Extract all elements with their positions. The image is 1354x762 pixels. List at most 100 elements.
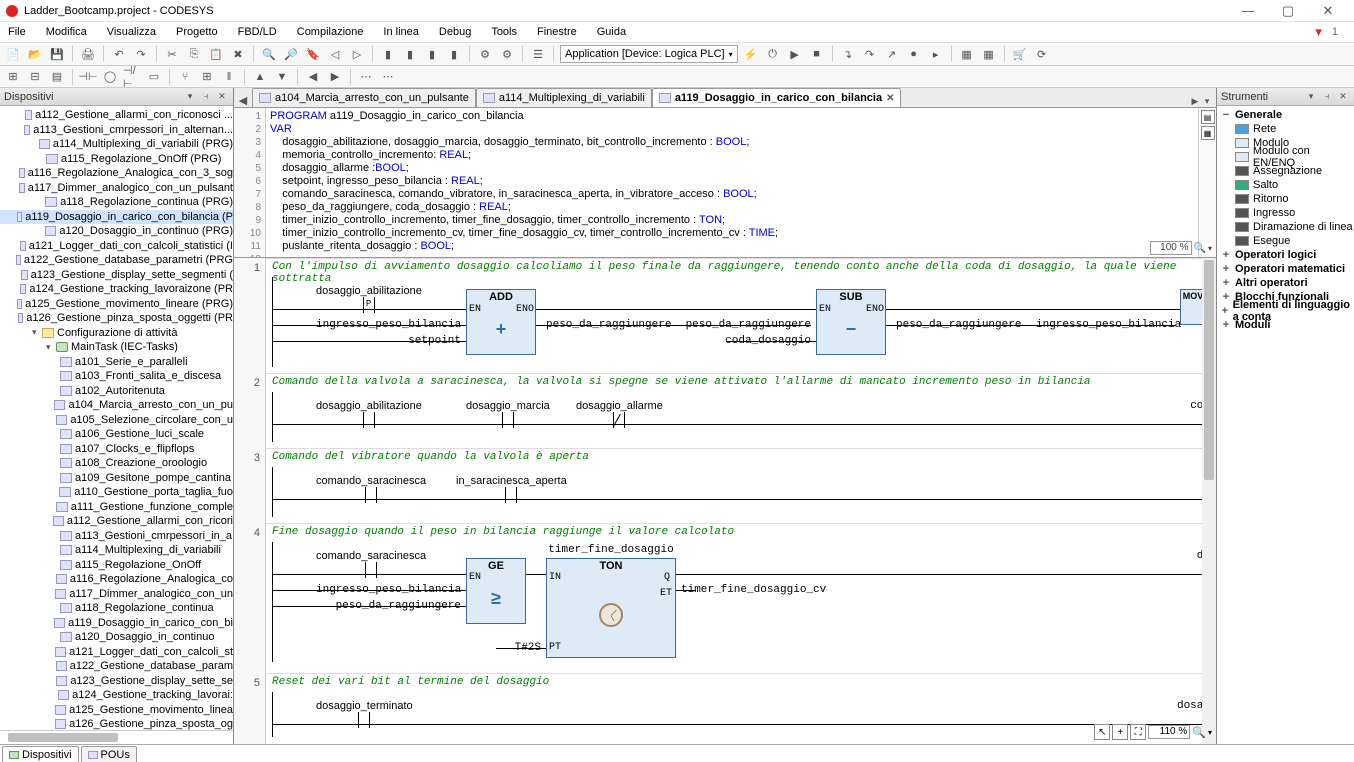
zoom-icon[interactable]: 🔍 [1194,243,1206,254]
editor-tab-a119[interactable]: a119_Dosaggio_in_carico_con_bilancia ✕ [652,88,902,107]
ld-block-icon[interactable]: ▭ [145,68,163,86]
tree-item[interactable]: a109_Gesitone_pompe_cantina [0,471,233,486]
tool-item[interactable]: Ritorno [1217,192,1354,206]
ld-tool2-icon[interactable]: ⊟ [26,68,44,86]
ld-ins-above-icon[interactable]: ▲ [251,68,269,86]
ladder-vscroll[interactable] [1202,258,1216,744]
step-out-icon[interactable]: ↗ [883,45,901,63]
expander-icon[interactable]: − [1221,109,1231,121]
tree-item[interactable]: a121_Logger_dati_con_calcoli_statistici … [0,239,233,254]
tools-list[interactable]: −GeneraleReteModuloModulo con EN/ENQAsse… [1217,106,1354,744]
tree-item[interactable]: a126_Gestione_pinza_sposta_oggetti (PR [0,311,233,326]
tree-item[interactable]: a101_Serie_e_paralleli [0,355,233,370]
tree-item[interactable]: a126_Gestione_pinza_sposta_og [0,717,233,730]
menu-progetto[interactable]: Progetto [172,24,222,40]
findnext-icon[interactable]: 🔎 [282,45,300,63]
tree-item[interactable]: a119_Dosaggio_in_carico_con_bi [0,616,233,631]
toggle3-icon[interactable]: ▮ [423,45,441,63]
tool-item[interactable]: Ingresso [1217,206,1354,220]
ld-tool1-icon[interactable]: ⊞ [4,68,22,86]
print-icon[interactable]: 🖨 [79,45,97,63]
expander-icon[interactable]: + [1221,319,1231,331]
toggle4-icon[interactable]: ▮ [445,45,463,63]
contact-dosaggio-abilitazione[interactable]: dosaggio_abilitazione P [316,285,422,313]
tree-item[interactable]: a102_Autoritenuta [0,384,233,399]
find-icon[interactable]: 🔍 [260,45,278,63]
tool-group[interactable]: +Operatori logici [1217,248,1354,262]
tree-item[interactable]: a112_Gestione_allarmi_con_ricori [0,514,233,529]
application-combo[interactable]: Application [Device: Logica PLC] ▾ [560,45,738,63]
zoom-icon[interactable]: 🔍 [1192,726,1206,739]
tree-item[interactable]: a105_Selezione_circolare_con_u [0,413,233,428]
build-icon[interactable]: ⚙ [476,45,494,63]
cart-icon[interactable]: 🛒 [1011,45,1029,63]
add-tool-icon[interactable]: + [1112,724,1128,740]
ld-coil-icon[interactable]: ◯ [101,68,119,86]
tool-item[interactable]: Rete [1217,122,1354,136]
ld-tool3-icon[interactable]: ▤ [48,68,66,86]
toggle2-icon[interactable]: ▮ [401,45,419,63]
tree-item[interactable]: a107_Clocks_e_flipflops [0,442,233,457]
contact-r2-c1[interactable]: dosaggio_abilitazione [316,400,422,428]
tree-item[interactable]: a122_Gestione_database_param [0,659,233,674]
extra2-icon[interactable]: ▦ [980,45,998,63]
tree-item[interactable]: a104_Marcia_arresto_con_un_pu [0,398,233,413]
tab-close-icon[interactable]: ✕ [886,93,894,104]
expander-icon[interactable]: + [1221,249,1231,261]
tree-item[interactable]: a117_Dimmer_analogico_con_un_pulsant [0,181,233,196]
ladder-body[interactable]: Con l'impulso di avviamento dosaggio cal… [266,258,1216,744]
ld-ins-below-icon[interactable]: ▼ [273,68,291,86]
contact-r4-c1[interactable]: comando_saracinesca [316,550,426,578]
tool-item[interactable]: Salto [1217,178,1354,192]
view-table-icon[interactable]: ▦ [1201,126,1215,140]
tool-group[interactable]: +Altri operatori [1217,276,1354,290]
zoom-dropdown-icon[interactable]: ▾ [1208,728,1212,737]
tree-item[interactable]: a115_Regolazione_OnOff [0,558,233,573]
tree-item[interactable]: a122_Gestione_database_parametri (PRG [0,253,233,268]
tool-group[interactable]: +Operatori matematici [1217,262,1354,276]
tree-item[interactable]: a120_Dosaggio_in_continuo [0,630,233,645]
redo-icon[interactable]: ↷ [132,45,150,63]
scan-icon[interactable]: ⟳ [1033,45,1051,63]
tool-item[interactable]: Diramazione di linea [1217,220,1354,234]
minimize-button[interactable]: ― [1228,0,1268,22]
login-icon[interactable]: ⚡ [742,45,760,63]
tree-item[interactable]: a111_Gestione_funzione_comple [0,500,233,515]
paste-icon[interactable]: 📋 [207,45,225,63]
tree-item[interactable]: ▾MainTask (IEC-Tasks) [0,340,233,355]
ld-branch-icon[interactable]: ⑂ [176,68,194,86]
tree-item[interactable]: a114_Multiplexing_di_variabili [0,543,233,558]
menu-debug[interactable]: Debug [435,24,475,40]
editor-tab-a114[interactable]: a114_Multiplexing_di_variabili [476,88,652,107]
undo-icon[interactable]: ↶ [110,45,128,63]
ld-rn-icon[interactable]: ⊞ [198,68,216,86]
rebuild-icon[interactable]: ⚙ [498,45,516,63]
ld-contact-icon[interactable]: ⊣⊢ [79,68,97,86]
bottom-tab-pous[interactable]: POUs [81,746,137,762]
step-over-icon[interactable]: ↷ [861,45,879,63]
tool-group[interactable]: +Elementi di linguaggio a conta [1217,304,1354,318]
editor-tab-a104[interactable]: a104_Marcia_arresto_con_un_pulsante [252,88,476,107]
ld-extra1-icon[interactable]: ⋯ [357,68,375,86]
panel-menu-icon[interactable]: ▾ [1304,91,1318,102]
expander-icon[interactable]: + [1221,277,1231,289]
tree-item[interactable]: ▾Configurazione di attività [0,326,233,341]
ld-indent-right-icon[interactable]: ▶ [326,68,344,86]
tree-expander-icon[interactable]: ▾ [46,342,56,353]
block-add[interactable]: ADD + [466,289,536,355]
save-icon[interactable]: 💾 [48,45,66,63]
tree-item[interactable]: a112_Gestione_allarmi_con_riconosci ... [0,108,233,123]
panel-pin-icon[interactable]: ⫞ [199,91,213,102]
tree-item[interactable]: a118_Regolazione_continua [0,601,233,616]
expander-icon[interactable]: + [1221,263,1231,275]
stop-icon[interactable]: ■ [808,45,826,63]
block-ge[interactable]: GE ≥ [466,558,526,624]
run-cursor-icon[interactable]: ▸ [927,45,945,63]
tree-item[interactable]: a108_Creazione_oroologio [0,456,233,471]
ld-negcontact-icon[interactable]: ⊣/⊢ [123,68,141,86]
maximize-button[interactable]: ▢ [1268,0,1308,22]
tree-item[interactable]: a120_Dosaggio_in_continuo (PRG) [0,224,233,239]
config-icon[interactable]: ☰ [529,45,547,63]
tree-scrollbar-h[interactable] [0,730,233,744]
extra1-icon[interactable]: ▦ [958,45,976,63]
